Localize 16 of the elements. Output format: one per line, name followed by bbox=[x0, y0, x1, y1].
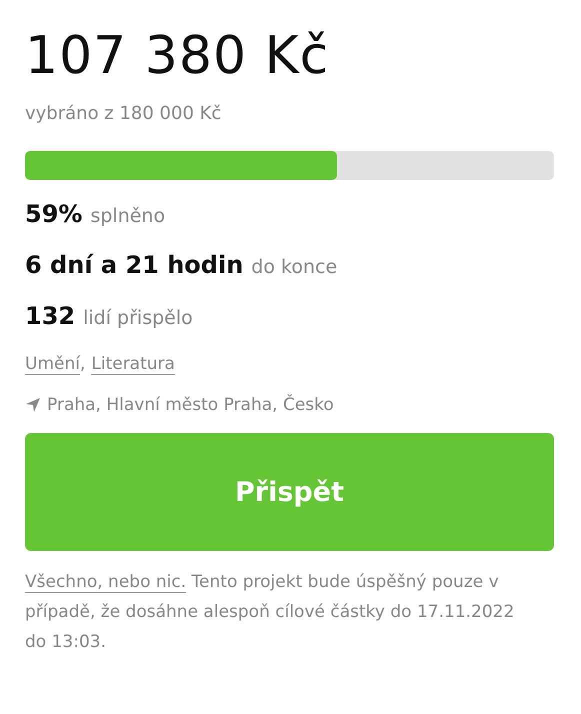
stat-value: 59% bbox=[25, 200, 82, 228]
raised-amount: 107 380 Kč bbox=[25, 28, 330, 86]
category-link[interactable]: Literatura bbox=[91, 354, 175, 376]
stat-value: 132 bbox=[25, 302, 76, 330]
stat-value: 6 dní a 21 hodin bbox=[25, 251, 244, 280]
contribute-button[interactable]: Přispět bbox=[25, 433, 554, 552]
stat-label: lidí přispělo bbox=[83, 307, 193, 330]
separator-text: , bbox=[80, 354, 86, 376]
location-arrow-icon bbox=[25, 397, 41, 414]
all-or-nothing-link[interactable]: Všechno, nebo nic. bbox=[25, 572, 186, 594]
location-text: Praha, Hlavní město Praha, Česko bbox=[47, 395, 334, 416]
category-link[interactable]: Umění bbox=[25, 354, 80, 376]
goal-text: vybráno z 180 000 Kč bbox=[25, 103, 222, 124]
stat-label: do konce bbox=[251, 256, 338, 278]
stat-label: splněno bbox=[90, 205, 166, 228]
funding-note: Všechno, nebo nic. Tento projekt bude úspěšný pouze v případě, že dosáhne alespoň cílové částky do 17.11.2022 do 13:03. bbox=[25, 571, 516, 654]
